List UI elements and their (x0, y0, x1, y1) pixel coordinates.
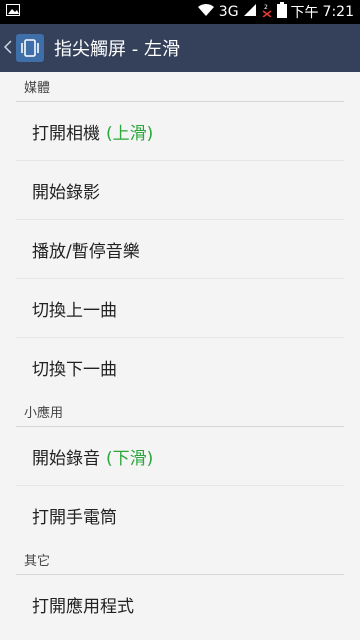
settings-list: 媒體 打開相機 (上滑) 開始錄影 播放/暫停音樂 切換上一曲 切換下一曲 小應… (0, 72, 360, 640)
page-title: 指尖觸屏 - 左滑 (54, 39, 180, 60)
image-notification-icon (6, 4, 20, 20)
section-header-media: 媒體 (16, 72, 344, 102)
list-item-play-pause-music[interactable]: 播放/暫停音樂 (16, 220, 344, 279)
list-item-flashlight[interactable]: 打開手電筒 (16, 486, 344, 545)
item-label: 打開手電筒 (32, 508, 117, 528)
status-bar: 3G 2 下午 7:21 (0, 0, 360, 24)
section-header-widgets: 小應用 (16, 397, 344, 427)
list-item-open-app[interactable]: 打開應用程式 (16, 575, 344, 634)
section-header-other: 其它 (16, 545, 344, 575)
item-label: 播放/暫停音樂 (32, 241, 140, 262)
item-hint: (上滑) (106, 123, 154, 144)
status-right: 3G 2 下午 7:21 (197, 2, 354, 22)
status-left (6, 4, 20, 20)
list-item-next-track[interactable]: 切換下一曲 (16, 338, 344, 397)
action-bar: 指尖觸屏 - 左滑 (0, 24, 360, 72)
item-label: 切換下一曲 (32, 360, 117, 380)
no-sim-icon: 2 (261, 3, 273, 21)
list-item-open-camera[interactable]: 打開相機 (上滑) (16, 102, 344, 161)
clock-prefix: 下午 (290, 5, 319, 21)
wifi-icon (197, 3, 215, 21)
list-item-previous-track[interactable]: 切換上一曲 (16, 279, 344, 338)
item-label: 切換上一曲 (32, 300, 117, 321)
back-button[interactable] (2, 24, 14, 72)
network-type: 3G (218, 4, 239, 20)
app-icon (16, 34, 44, 62)
item-label: 開始錄音 (32, 448, 100, 469)
list-item-start-recording[interactable]: 開始錄影 (16, 161, 344, 220)
battery-icon (276, 2, 287, 22)
chevron-left-icon (3, 38, 12, 59)
svg-text:2: 2 (264, 4, 268, 11)
item-label: 打開應用程式 (32, 597, 134, 617)
clock: 7:21 (322, 4, 354, 20)
item-label: 打開相機 (32, 123, 100, 144)
item-hint: (下滑) (106, 448, 154, 469)
list-item-start-voice-recording[interactable]: 開始錄音 (下滑) (16, 427, 344, 486)
item-label: 開始錄影 (32, 182, 100, 203)
signal-icon (243, 3, 257, 21)
